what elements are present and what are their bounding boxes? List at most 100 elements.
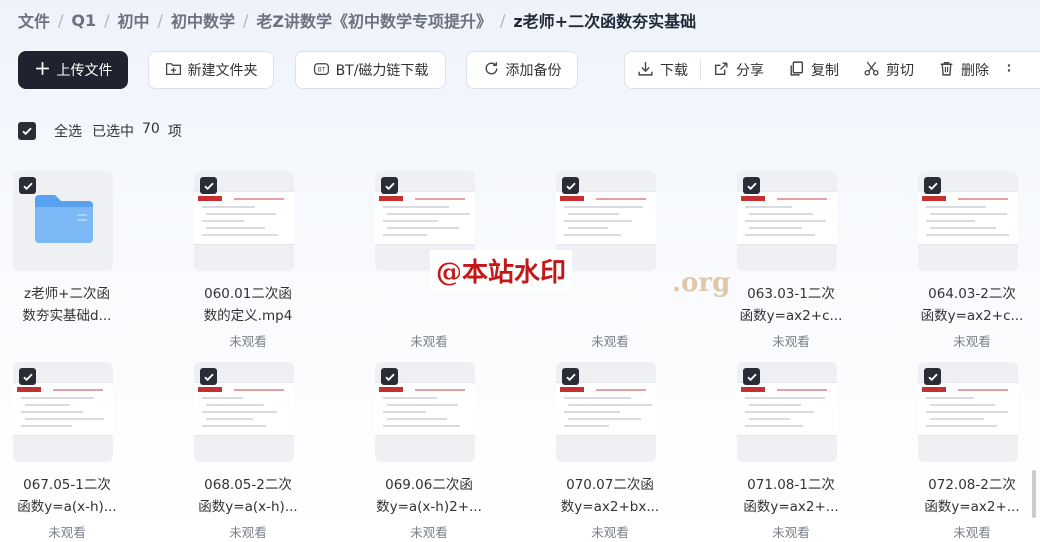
video-thumbnail[interactable] [194,362,294,462]
item-checkbox[interactable] [381,368,398,385]
item-checkbox[interactable] [200,368,217,385]
file-name-line1: 067.05-1二次 [23,477,111,493]
breadcrumb-separator: / [104,10,110,30]
watermark-partial: .org [672,268,731,298]
breadcrumb-item-q1[interactable]: Q1 [71,11,96,30]
file-name-line2: 数的定义.mp4 [203,308,293,324]
new-folder-button[interactable]: 新建文件夹 [148,51,274,89]
file-name-line1: 071.08-1二次 [747,477,835,493]
scrollbar[interactable] [1032,470,1036,518]
item-checkbox[interactable] [200,177,217,194]
file-name-line1: 063.03-1二次 [747,286,835,302]
more-button[interactable] [1001,52,1017,88]
item-checkbox[interactable] [381,177,398,194]
check-icon [565,182,576,190]
download-button[interactable]: 下载 [625,52,700,88]
copy-label: 复制 [811,63,839,79]
folder-thumbnail[interactable] [13,171,113,271]
add-backup-button[interactable]: 添加备份 [466,51,578,89]
breadcrumb-item-math[interactable]: 初中数学 [171,8,235,32]
selected-prefix: 已选中 [92,124,134,140]
watch-status: 未观看 [591,525,629,540]
file-name-line2: 函数y=ax2+... [924,499,1020,515]
video-thumbnail[interactable] [13,362,113,462]
select-all-label[interactable]: 全选 [54,121,82,141]
download-icon [637,60,654,81]
folder-icon [33,193,95,245]
add-backup-label: 添加备份 [505,63,562,79]
video-thumbnail[interactable] [918,171,1018,271]
share-button[interactable]: 分享 [701,52,776,88]
watch-status: 未观看 [772,525,810,540]
video-preview [194,191,294,245]
more-icon [1005,60,1013,81]
item-checkbox[interactable] [743,368,760,385]
upload-button[interactable]: 上传文件 [18,51,128,89]
item-checkbox[interactable] [924,177,941,194]
item-checkbox[interactable] [924,368,941,385]
file-name[interactable]: 070.07二次函 数y=ax2+bx... [546,474,674,518]
copy-button[interactable]: 复制 [776,52,851,88]
check-icon [22,373,33,381]
check-icon [746,373,757,381]
video-thumbnail[interactable] [375,362,475,462]
file-name[interactable]: 063.03-1二次 函数y=ax2+c... [727,283,855,327]
check-icon [203,373,214,381]
video-thumbnail[interactable] [556,362,656,462]
breadcrumb-separator: / [499,10,506,30]
file-name[interactable]: 072.08-2二次 函数y=ax2+... [908,474,1036,518]
file-name[interactable]: 060.01二次函 数的定义.mp4 [184,283,312,327]
file-name[interactable]: 067.05-1二次 函数y=a(x-h)... [3,474,131,518]
video-thumbnail[interactable] [918,362,1018,462]
file-name[interactable]: 068.05-2二次 函数y=a(x-h)... [184,474,312,518]
svg-text:BT: BT [317,67,325,73]
select-all-checkbox[interactable] [18,122,36,140]
breadcrumb-item-course[interactable]: 老Z讲数学《初中数学专项提升》 [256,8,492,32]
share-label: 分享 [736,63,764,79]
video-thumbnail[interactable] [194,171,294,271]
file-name[interactable]: z老师+二次函 数夯实基础d... [3,283,131,327]
trash-icon [938,60,955,81]
file-name-line1: 069.06二次函 [385,477,473,493]
item-checkbox[interactable] [562,177,579,194]
file-name-line2: 函数y=a(x-h)... [17,499,117,515]
file-name-line1: 064.03-2二次 [928,286,1016,302]
file-actions-group: 下载 分享 复制 剪切 删除 [624,51,1040,89]
video-preview [194,382,294,436]
breadcrumb-item-junior[interactable]: 初中 [118,8,150,32]
video-thumbnail[interactable] [737,171,837,271]
check-icon [927,182,938,190]
breadcrumb-separator: / [157,10,163,30]
video-preview [737,382,837,436]
selected-unit: 项 [167,124,182,140]
file-name-line2: 函数y=ax2+c... [739,308,843,324]
video-thumbnail[interactable] [737,362,837,462]
item-checkbox[interactable] [19,368,36,385]
scissors-icon [863,60,880,81]
video-preview [918,191,1018,245]
file-name[interactable]: 069.06二次函 数y=a(x-h)2+... [365,474,493,518]
item-checkbox[interactable] [562,368,579,385]
breadcrumb: 文件 / Q1 / 初中 / 初中数学 / 老Z讲数学《初中数学专项提升》 / … [18,8,696,32]
folder-plus-icon [165,60,182,81]
file-name[interactable]: 071.08-1二次 函数y=ax2+... [727,474,855,518]
file-name-line1: 060.01二次函 [204,286,292,302]
item-checkbox[interactable] [19,177,36,194]
watch-status: 未观看 [410,525,448,540]
breadcrumb-item-current: z老师+二次函数夯实基础 [513,12,697,31]
cut-label: 剪切 [886,63,914,79]
file-name-line2: 数y=a(x-h)2+... [376,499,482,515]
cut-button[interactable]: 剪切 [851,52,926,88]
download-label: 下载 [660,63,688,79]
watch-status: 未观看 [772,334,810,349]
selection-bar: 全选 已选中 70 项 [18,121,182,141]
delete-button[interactable]: 删除 [926,52,1001,88]
new-folder-label: 新建文件夹 [187,63,258,79]
breadcrumb-item-files[interactable]: 文件 [18,8,50,32]
file-name-line2: 数夯实基础d... [22,308,112,324]
file-name-line1: 070.07二次函 [566,477,654,493]
bt-download-button[interactable]: BT BT/磁力链下载 [295,51,446,89]
item-checkbox[interactable] [743,177,760,194]
breadcrumb-separator: / [242,10,249,30]
file-name[interactable]: 064.03-2二次 函数y=ax2+c... [908,283,1036,327]
